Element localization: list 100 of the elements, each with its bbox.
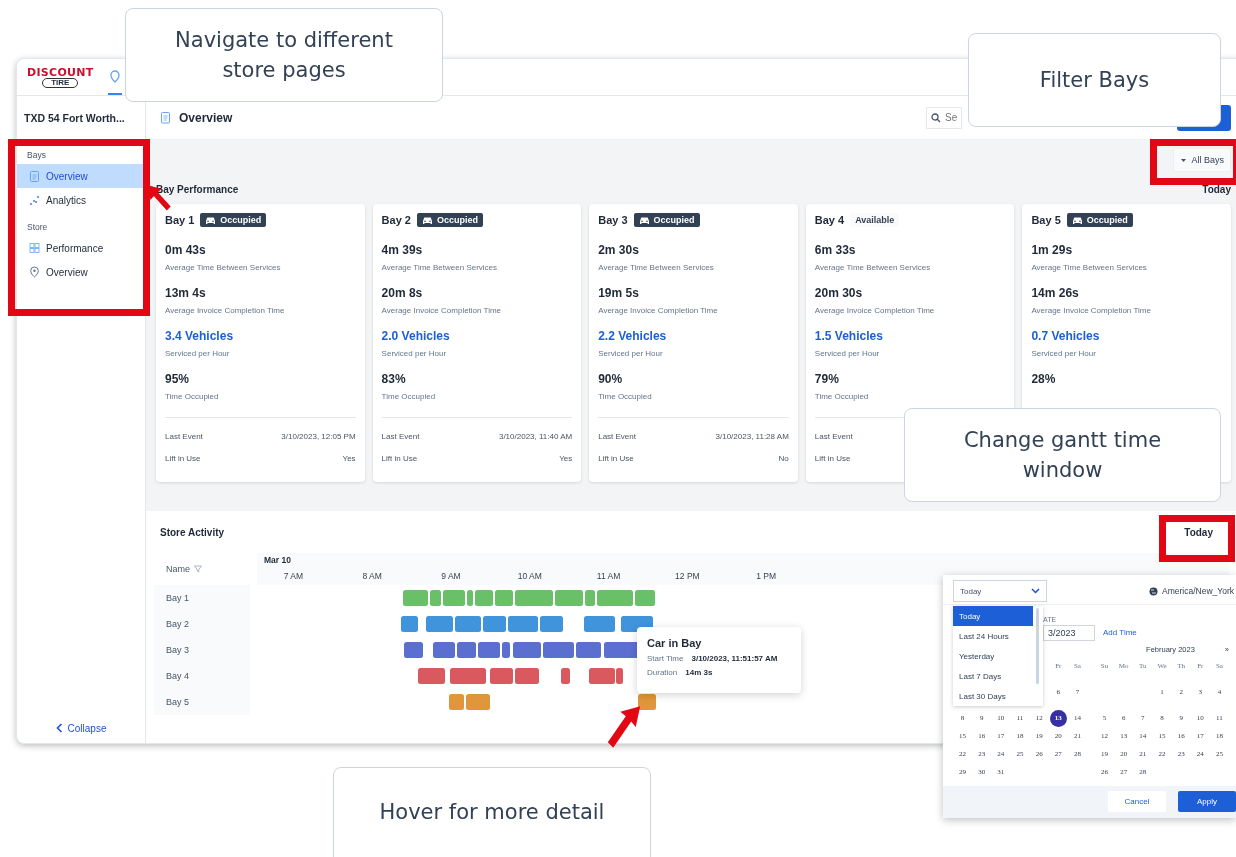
collapse-button[interactable]: Collapse — [17, 715, 145, 741]
stat-value: 2.2 Vehicles — [598, 329, 668, 343]
callout-tooltip: Hover for more detail — [333, 767, 651, 857]
stat-value: 6m 33s — [814, 243, 857, 257]
stat-value: 20m 30s — [814, 286, 864, 300]
map-pin-icon — [109, 69, 120, 83]
stat-value: 83% — [381, 372, 407, 386]
detail-value: 3/10/2023, 12:05 PM — [281, 432, 356, 441]
activity-bar[interactable] — [502, 642, 510, 658]
detail-value: No — [778, 454, 789, 463]
car-icon — [1071, 215, 1083, 225]
date-input-field[interactable]: 3/2023 — [1043, 625, 1095, 641]
status-badge: Occupied — [1066, 213, 1133, 227]
activity-bar[interactable] — [616, 668, 623, 684]
bay-filter-dropdown[interactable]: All Bays — [1173, 148, 1231, 172]
time-tick: 12 PM — [675, 571, 700, 581]
scrollbar[interactable] — [1036, 608, 1039, 684]
stat-label: Time Occupied — [165, 392, 220, 401]
logo[interactable]: DISCOUNT TIRE — [27, 66, 94, 88]
bay-name: Bay 1 — [165, 214, 195, 226]
sidebar-item[interactable]: Overview — [17, 260, 145, 284]
time-tick: 10 AM — [517, 571, 542, 581]
callout-tooltip: Change gantt time window — [904, 408, 1221, 502]
time-tick: 1 PM — [756, 571, 777, 581]
tooltip-value: 3/10/2023, 11:51:57 AM — [691, 654, 778, 663]
filter-icon[interactable] — [194, 565, 202, 573]
caret-down-icon — [1180, 157, 1188, 163]
row-name: Bay 1 — [154, 585, 250, 611]
section-title: Bays — [26, 149, 47, 162]
status-badge: Available — [850, 213, 900, 227]
car-icon — [421, 215, 433, 225]
stat-value: 0m 43s — [165, 243, 207, 257]
detail-label: Lift in Use — [165, 454, 201, 463]
pointer-arrow-icon — [606, 704, 642, 750]
menu-option[interactable]: Last 30 Days — [953, 686, 1033, 706]
apply-button[interactable]: Apply — [1178, 791, 1236, 812]
status-badge: Occupied — [633, 213, 700, 227]
stat-value: 13m 4s — [165, 286, 207, 300]
status-badge: Occupied — [200, 213, 267, 227]
detail-label: Last Event — [165, 432, 203, 441]
time-tick: 9 AM — [441, 571, 461, 581]
detail-label: Last Event — [598, 432, 636, 441]
stat-label: Average Time Between Services — [165, 263, 282, 272]
status-badge: Occupied — [416, 213, 483, 227]
stat-value: 90% — [598, 372, 624, 386]
stat-label: Serviced per Hour — [381, 349, 448, 358]
row-name: Bay 2 — [154, 611, 250, 637]
stat-label: Time Occupied — [598, 392, 653, 401]
menu-option[interactable]: Today — [953, 606, 1033, 626]
detail-label: Last Event — [814, 432, 853, 441]
chevron-left-icon — [55, 723, 63, 733]
car-icon — [205, 215, 217, 225]
stat-value: 95% — [165, 372, 191, 386]
detail-value: 3/10/2023, 11:40 AM — [498, 432, 573, 441]
stat-label: Average Invoice Completion Time — [814, 306, 936, 315]
menu-option[interactable]: Last 24 Hours — [953, 626, 1033, 646]
stat-label: Serviced per Hour — [598, 349, 664, 358]
date-range-label: Today — [1202, 184, 1231, 195]
sidebar-item[interactable]: Analytics — [17, 188, 145, 212]
clipboard-icon — [160, 111, 171, 124]
time-tick: 11 AM — [596, 571, 621, 581]
stat-label: Average Time Between Services — [598, 263, 715, 272]
globe-icon — [1149, 586, 1159, 596]
stat-value: 79% — [814, 372, 840, 386]
stat-value: 14m 26s — [1031, 286, 1080, 300]
date-range-button[interactable]: Today — [1184, 526, 1213, 538]
sidebar-item[interactable]: Performance — [17, 236, 145, 260]
timezone-label: America/New_York — [1162, 586, 1234, 596]
add-time-link[interactable]: Add Time — [1103, 628, 1137, 641]
activity-bar[interactable] — [561, 668, 570, 684]
callout-tooltip: Navigate to different store pages — [125, 8, 443, 102]
detail-label: Lift in Use — [814, 454, 851, 463]
car-icon — [638, 215, 650, 225]
detail-label: Lift in Use — [598, 454, 634, 463]
page-title: Overview — [179, 110, 233, 125]
stat-label: Average Invoice Completion Time — [598, 306, 719, 315]
stat-label: Time Occupied — [381, 392, 437, 401]
row-name: Bay 3 — [154, 637, 250, 663]
column-header[interactable]: Name — [166, 564, 190, 574]
search-field[interactable]: Se — [926, 106, 962, 129]
stat-label: Average Time Between Services — [814, 263, 932, 272]
stat-label: Serviced per Hour — [1031, 349, 1097, 358]
section-title: Store Activity — [160, 526, 225, 538]
stat-label: Average Time Between Services — [381, 263, 499, 272]
cancel-button[interactable]: Cancel — [1108, 791, 1166, 812]
sidebar-item[interactable]: Overview — [17, 164, 145, 188]
stat-label: Average Invoice Completion Time — [381, 306, 503, 315]
row-name: Bay 4 — [154, 663, 250, 689]
tooltip-title: Car in Bay — [647, 637, 703, 649]
grid-icon — [29, 242, 40, 254]
callout-tooltip: Filter Bays — [968, 33, 1221, 127]
stat-label: Serviced per Hour — [814, 349, 881, 358]
detail-label: Lift in Use — [381, 454, 418, 463]
detail-label: Last Event — [381, 432, 420, 441]
stat-value: 1.5 Vehicles — [814, 329, 884, 343]
menu-option[interactable]: Last 7 Days — [953, 666, 1033, 686]
stat-value: 19m 5s — [598, 286, 640, 300]
time-tick: 7 AM — [283, 571, 304, 581]
preset-dropdown[interactable]: Today — [953, 580, 1047, 602]
menu-option[interactable]: Yesterday — [953, 646, 1033, 666]
